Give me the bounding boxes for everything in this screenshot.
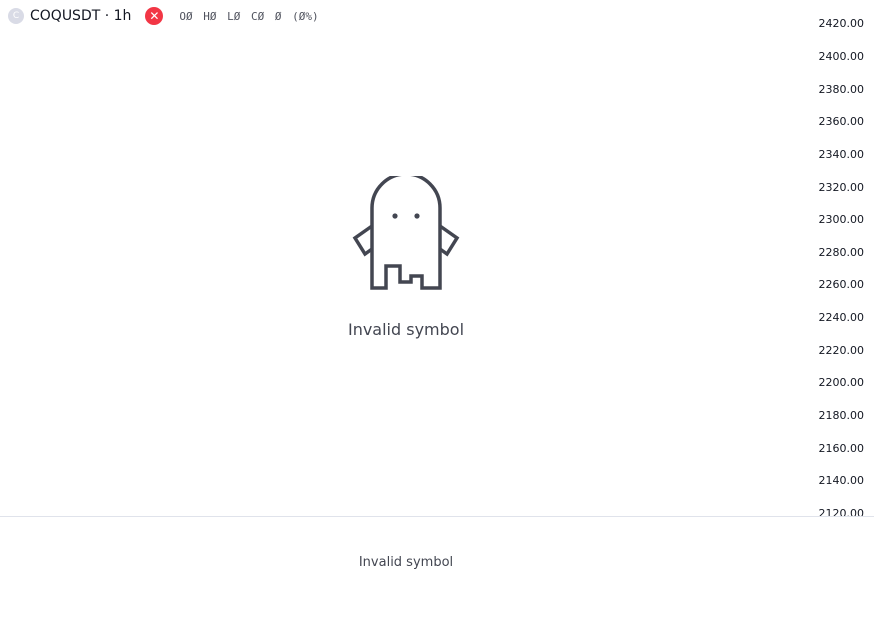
price-tick: 2240.00 — [818, 311, 865, 324]
symbol-logo-icon: C — [8, 8, 24, 24]
price-tick: 2360.00 — [818, 115, 865, 128]
change-value: Ø — [274, 9, 282, 23]
price-tick: 2280.00 — [818, 246, 865, 259]
price-tick: 2140.00 — [818, 474, 865, 487]
price-tick: 2320.00 — [818, 181, 865, 194]
high-value: HØ — [203, 9, 217, 23]
price-tick: 2400.00 — [818, 50, 865, 63]
low-value: LØ — [227, 9, 241, 23]
pane-separator[interactable] — [0, 516, 874, 517]
price-tick: 2180.00 — [818, 409, 865, 422]
price-tick: 2260.00 — [818, 278, 865, 291]
invalid-symbol-message: Invalid symbol — [347, 320, 465, 339]
price-tick: 2300.00 — [818, 213, 865, 226]
price-tick: 2380.00 — [818, 83, 865, 96]
close-icon[interactable]: ✕ — [145, 7, 164, 25]
price-tick: 2160.00 — [818, 442, 865, 455]
price-tick: 2340.00 — [818, 148, 865, 161]
chart-legend: C COQUSDT · 1h ✕ OØ HØ LØ CØ Ø (Ø%) — [8, 6, 323, 26]
price-tick: 2220.00 — [818, 344, 865, 357]
change-percent: (Ø%) — [292, 9, 319, 23]
price-tick: 2420.00 — [818, 17, 865, 30]
ghost-icon — [352, 172, 460, 294]
symbol-title[interactable]: COQUSDT · 1h — [30, 8, 131, 24]
close-value: CØ — [251, 9, 265, 23]
open-value: OØ — [179, 9, 193, 23]
price-tick: 2120.00 — [818, 507, 865, 516]
ohlc-values: OØ HØ LØ CØ Ø (Ø%) — [179, 10, 322, 23]
lower-pane-invalid-message: Invalid symbol — [358, 555, 454, 570]
price-axis[interactable]: 2420.00 2400.00 2380.00 2360.00 2340.00 … — [794, 0, 865, 516]
price-tick: 2200.00 — [818, 376, 865, 389]
